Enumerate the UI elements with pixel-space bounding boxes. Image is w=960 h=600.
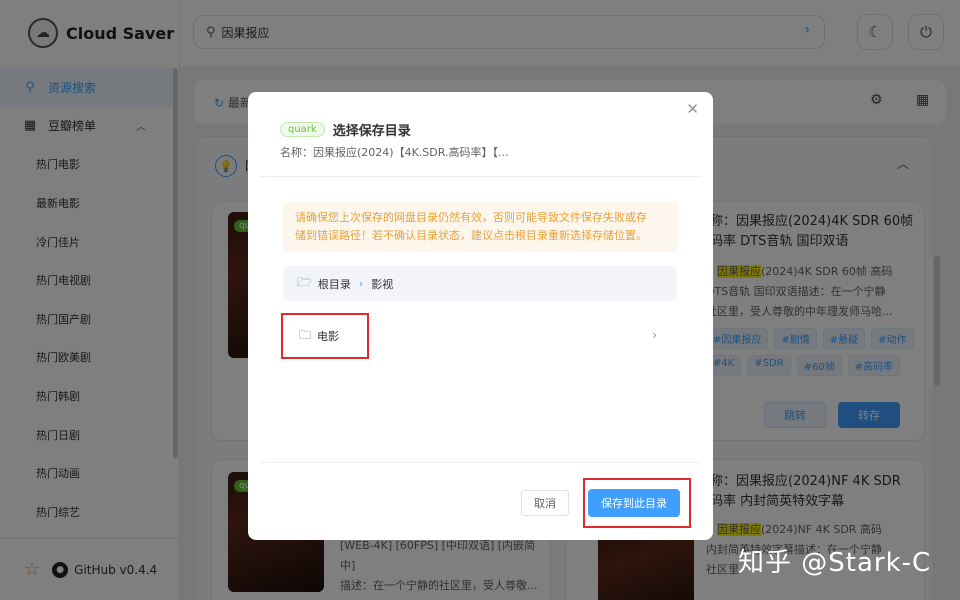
- folder-open-icon: 🗁: [297, 275, 312, 289]
- breadcrumb-root[interactable]: 根目录: [318, 276, 351, 292]
- warning-text-line: 请确保您上次保存的网盘目录仍然有效，否则可能导致文件保存失败或存: [295, 211, 647, 224]
- dialog-divider: [260, 176, 701, 177]
- cancel-button[interactable]: 取消: [521, 490, 569, 516]
- dialog-header: quark 选择保存目录: [280, 120, 411, 139]
- warning-text-line: 储到错误路径！若不确认目录状态，建议点击根目录重新选择存储位置。: [295, 229, 647, 242]
- chevron-right-icon[interactable]: ›: [652, 328, 657, 342]
- close-icon[interactable]: ✕: [686, 100, 699, 118]
- breadcrumb-current[interactable]: 影视: [371, 276, 393, 292]
- dialog-subtitle: 名称：因果报应(2024)【4K.SDR.高码率】【...: [280, 146, 509, 159]
- chevron-right-icon: ›: [358, 277, 364, 290]
- annotation-highlight-box: [583, 478, 691, 528]
- annotation-highlight-box: [281, 313, 369, 359]
- quark-badge: quark: [280, 122, 325, 137]
- warning-alert: 请确保您上次保存的网盘目录仍然有效，否则可能导致文件保存失败或存 储到错误路径！…: [283, 202, 678, 252]
- save-directory-dialog: ✕ quark 选择保存目录 名称：因果报应(2024)【4K.SDR.高码率】…: [248, 92, 713, 540]
- watermark: 知乎 @Stark-C: [738, 548, 932, 578]
- dialog-divider: [260, 462, 701, 463]
- dialog-title: 选择保存目录: [332, 124, 411, 139]
- breadcrumb: 🗁 根目录 › 影视: [283, 266, 677, 301]
